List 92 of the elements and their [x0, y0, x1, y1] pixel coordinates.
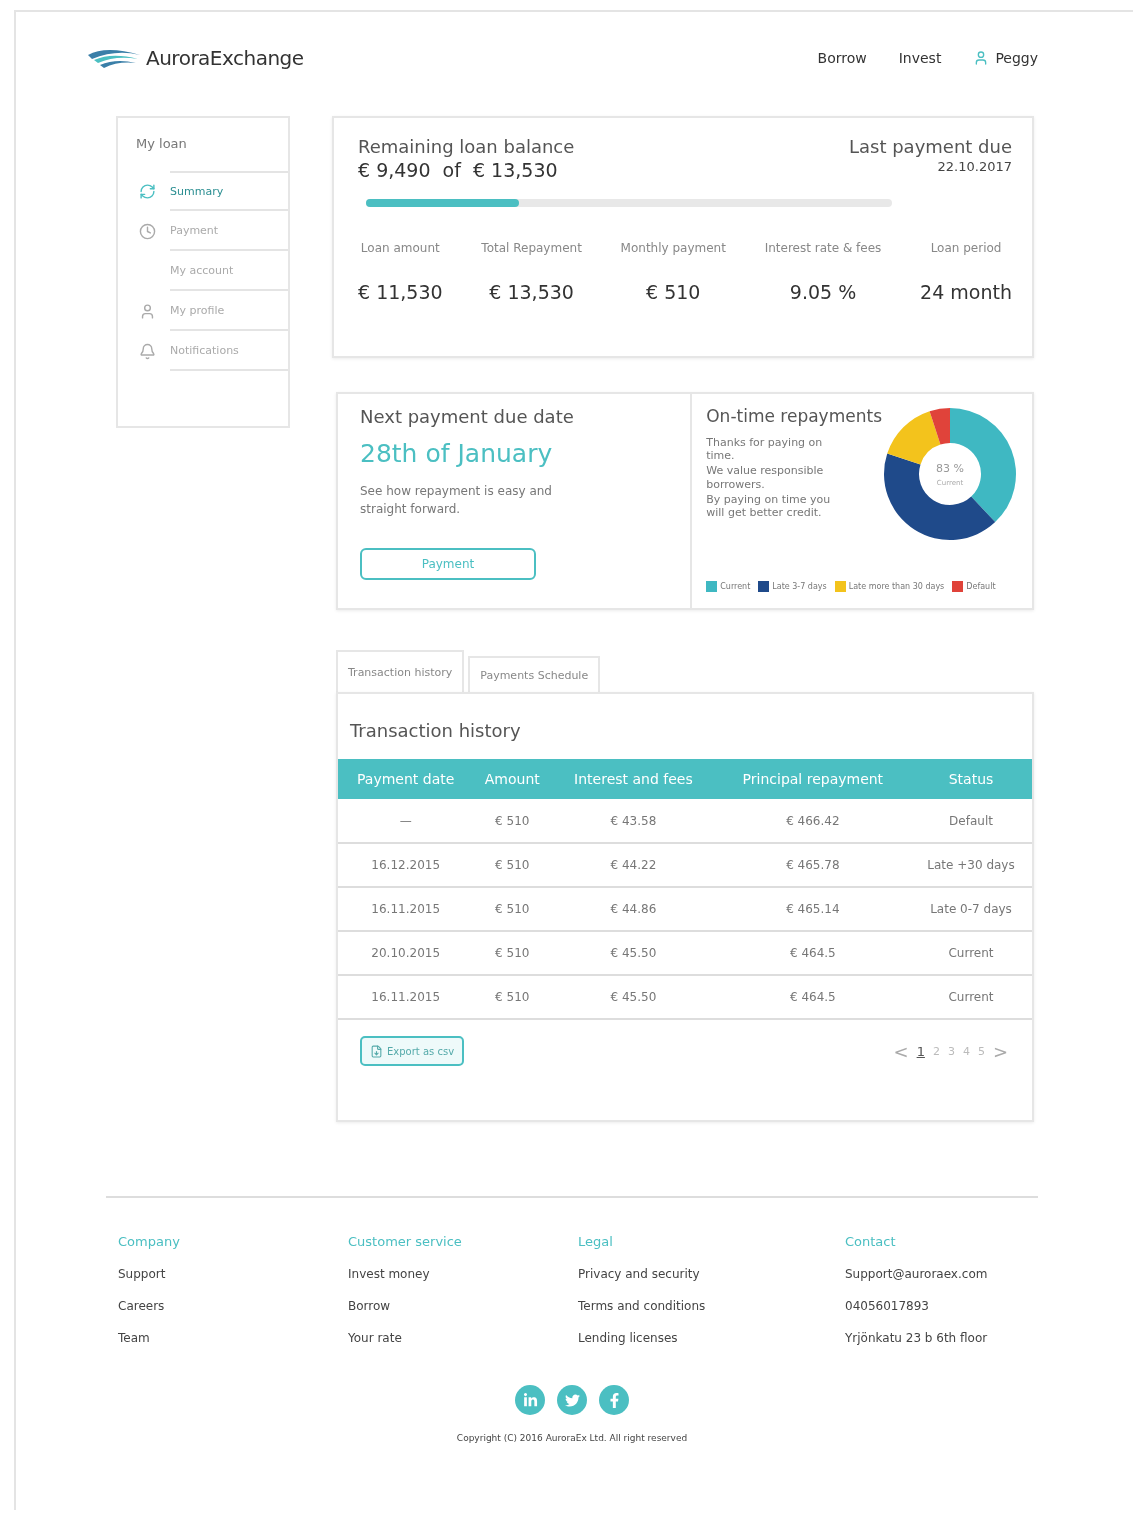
bell-icon [138, 342, 156, 360]
footer-link[interactable]: Terms and conditions [578, 1299, 845, 1313]
table-cell: € 44.86 [551, 887, 716, 931]
stat-value: € 11,530 [358, 281, 443, 303]
footer-link[interactable]: Your rate [348, 1331, 578, 1345]
table-cell: € 465.78 [715, 843, 911, 887]
sidebar-title: My loan [136, 136, 188, 151]
table-cell: € 510 [473, 887, 552, 931]
legend-label: Default [966, 582, 996, 591]
stat-label: Interest rate & fees [764, 241, 882, 255]
footer-heading: Customer service [348, 1234, 463, 1249]
footer-heading: Company [118, 1234, 181, 1249]
table-cell: 16.11.2015 [338, 975, 474, 1019]
stat-label: Loan amount [360, 241, 440, 255]
stat-label: Loan period [930, 241, 1002, 255]
footer-link[interactable]: Invest money [348, 1267, 578, 1281]
stat-label: Monthly payment [620, 241, 726, 255]
table-cell: Current [910, 975, 1032, 1019]
tab[interactable]: Transaction history [336, 650, 465, 694]
page-link[interactable]: 1 [916, 1043, 925, 1059]
twitter-link[interactable] [557, 1385, 587, 1415]
nav-link[interactable]: Borrow [817, 50, 867, 66]
column-header: Status [910, 759, 1032, 799]
table-cell: Late +30 days [910, 843, 1032, 887]
logo-text[interactable]: AuroraExchange [146, 46, 304, 70]
stat-value: € 510 [646, 281, 701, 303]
panel-title: Transaction history [349, 719, 522, 743]
table-cell: € 464.5 [715, 931, 911, 975]
footer-link[interactable]: Team [118, 1331, 348, 1345]
repayments-text: We value responsible borrowers. [706, 464, 825, 491]
footer-link[interactable]: Privacy and security [578, 1267, 845, 1281]
footer-link[interactable]: Support@auroraex.com [845, 1267, 1015, 1281]
refresh-icon [138, 182, 156, 200]
balance-label: Remaining loan balance [358, 136, 575, 157]
table-cell: € 510 [473, 975, 552, 1019]
footer-link[interactable]: Support [118, 1267, 348, 1281]
table-cell: € 464.5 [715, 975, 911, 1019]
table-cell: € 510 [473, 931, 552, 975]
facebook-link[interactable] [599, 1385, 629, 1415]
table-cell: € 45.50 [551, 975, 716, 1019]
due-label: Last payment due [848, 136, 1012, 157]
table-cell: € 43.58 [551, 799, 716, 843]
table-cell: € 510 [473, 799, 552, 843]
footer-link[interactable]: Yrjönkatu 23 b 6th floor [845, 1331, 1015, 1345]
bird-icon [564, 1392, 580, 1408]
repayments-text: Thanks for paying on time. [706, 436, 824, 463]
linkedin-link[interactable] [515, 1385, 545, 1415]
table-cell: € 466.42 [715, 799, 911, 843]
center-value: 83 % [936, 462, 964, 475]
copyright: Copyright (C) 2016 AuroraEx Ltd. All right reserved [455, 1433, 689, 1443]
column-header: Payment date [338, 759, 474, 799]
column-header: Amount [473, 759, 552, 799]
next-payment-text: See how repayment is easy and straight forward. [360, 483, 553, 518]
table-cell: 16.11.2015 [338, 887, 474, 931]
stat-label: Total Repayment [481, 241, 582, 255]
file-icon [370, 1044, 383, 1058]
table-cell: Late 0-7 days [910, 887, 1032, 931]
table-cell: — [338, 799, 474, 843]
stat-value: € 13,530 [489, 281, 574, 303]
table-cell: 20.10.2015 [338, 931, 474, 975]
nav-link[interactable]: Invest [898, 50, 942, 66]
table-cell: € 44.22 [551, 843, 716, 887]
sidebar-item[interactable]: Summary [170, 171, 288, 211]
stat-value: 24 month [920, 281, 1012, 303]
balance-value: € 9,490 of € 13,530 [358, 159, 559, 181]
footer-link[interactable]: Borrow [348, 1299, 578, 1313]
table-cell: € 45.50 [551, 931, 716, 975]
repayments-text: By paying on time you will get better credit. [706, 492, 832, 520]
next-payment-date: 28th of January [360, 439, 554, 468]
repayments-title: On-time repayments [706, 406, 882, 426]
legend-label: Late 3-7 days [772, 582, 827, 591]
table-cell: Current [910, 931, 1032, 975]
footer-heading: Legal [578, 1234, 614, 1249]
footer-link[interactable]: Lending licenses [578, 1331, 845, 1345]
user-menu[interactable]: Peggy [973, 50, 1038, 66]
legend-label: Late more than 30 days [848, 582, 945, 591]
table-cell: € 510 [473, 843, 552, 887]
due-date: 22.10.2017 [936, 159, 1012, 174]
footer-link[interactable]: Careers [118, 1299, 348, 1313]
linkedin-icon [522, 1392, 538, 1408]
table-cell: 16.12.2015 [338, 843, 474, 887]
legend-label: Current [720, 582, 751, 591]
column-header: Interest and fees [551, 759, 716, 799]
footer-link[interactable]: 04056017893 [845, 1299, 1015, 1313]
stat-value: 9.05 % [789, 281, 857, 303]
tab[interactable]: Payments Schedule [468, 656, 601, 694]
clock-icon [138, 222, 156, 240]
footer-heading: Contact [845, 1234, 897, 1249]
next-payment-title: Next payment due date [360, 406, 575, 427]
column-header: Principal repayment [715, 759, 911, 799]
table-cell: Default [910, 799, 1032, 843]
table-cell: € 465.14 [715, 887, 911, 931]
